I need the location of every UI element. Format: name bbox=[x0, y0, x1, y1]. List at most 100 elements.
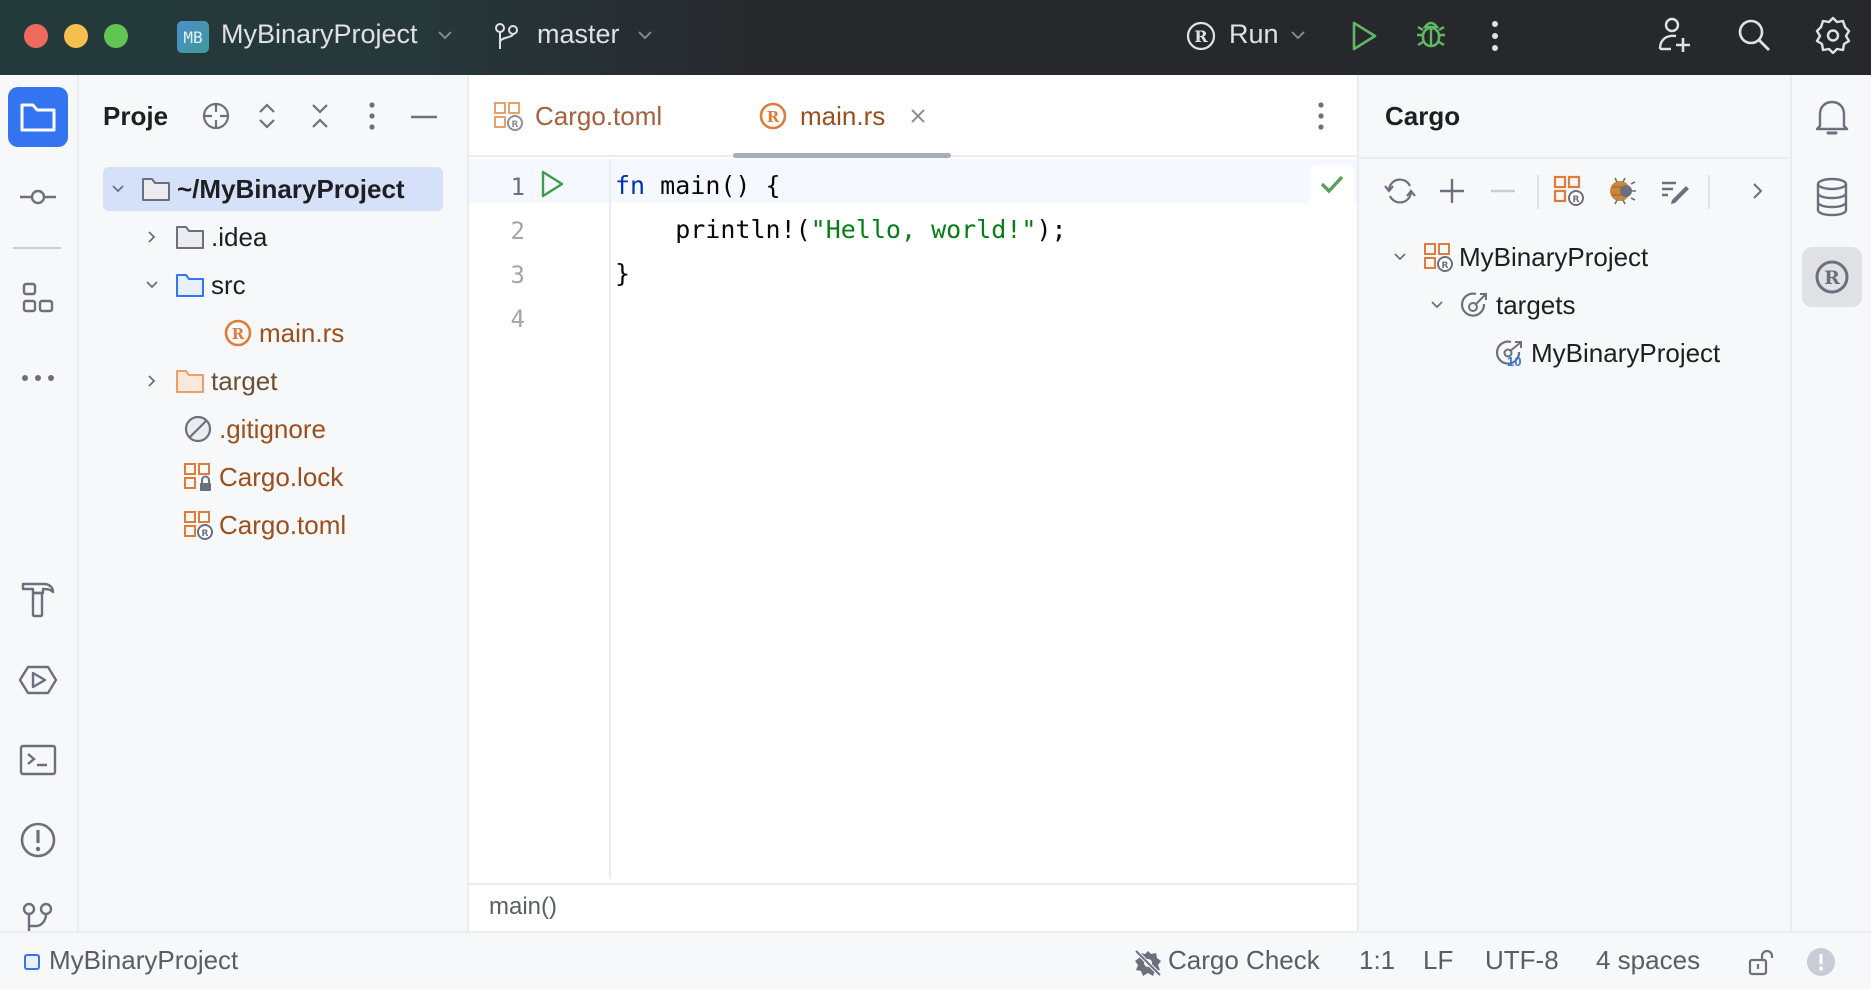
strip-divider bbox=[13, 247, 61, 249]
commit-tool-button[interactable] bbox=[8, 167, 68, 227]
gutter-run-icon[interactable] bbox=[539, 169, 565, 199]
line-number: 3 bbox=[510, 261, 525, 289]
targets-icon bbox=[1458, 290, 1492, 320]
chevron-right-icon[interactable] bbox=[1737, 171, 1777, 211]
branch-dropdown-chevron-icon[interactable] bbox=[636, 26, 654, 44]
rust-file-icon: R bbox=[221, 318, 255, 348]
svg-text:R: R bbox=[1824, 267, 1840, 289]
tree-item-src[interactable]: src bbox=[137, 263, 246, 307]
services-tool-button[interactable] bbox=[8, 650, 68, 710]
debug-icon[interactable] bbox=[1414, 18, 1448, 52]
chevron-down-icon[interactable] bbox=[103, 181, 133, 197]
close-tab-icon[interactable] bbox=[909, 107, 927, 125]
source-folder-icon bbox=[173, 270, 207, 300]
binary-badge: 10 bbox=[1507, 354, 1522, 369]
tree-item-label: Cargo.lock bbox=[219, 461, 344, 492]
more-tools-button[interactable] bbox=[8, 348, 68, 408]
code-keyword: fn bbox=[615, 171, 646, 200]
run-config-chevron-icon[interactable] bbox=[1289, 26, 1307, 44]
locate-icon[interactable] bbox=[201, 101, 231, 131]
database-button[interactable] bbox=[1802, 167, 1862, 227]
branch-name[interactable]: master bbox=[537, 19, 620, 50]
problems-tool-button[interactable] bbox=[8, 810, 68, 870]
line-number-gutter: 1 2 3 4 bbox=[469, 159, 611, 879]
file-encoding[interactable]: UTF-8 bbox=[1485, 945, 1559, 976]
chevron-right-icon[interactable] bbox=[137, 229, 167, 245]
tab-cargo-toml[interactable]: R Cargo.toml bbox=[493, 75, 662, 157]
tree-item-target[interactable]: target bbox=[137, 359, 278, 403]
svg-text:R: R bbox=[232, 325, 245, 343]
cargo-check-label[interactable]: Cargo Check bbox=[1168, 945, 1320, 976]
caret-position[interactable]: 1:1 bbox=[1359, 945, 1395, 976]
svg-text:R: R bbox=[512, 120, 519, 130]
branch-icon bbox=[494, 22, 520, 52]
tab-options-icon[interactable] bbox=[1317, 101, 1325, 131]
close-window-button[interactable] bbox=[24, 24, 48, 48]
more-icon[interactable] bbox=[1490, 20, 1500, 52]
svg-text:R: R bbox=[1573, 195, 1580, 205]
run-icon[interactable] bbox=[1349, 20, 1379, 52]
cargo-check-disabled-icon[interactable] bbox=[1133, 948, 1163, 978]
remove-icon[interactable] bbox=[1483, 171, 1523, 211]
project-badge[interactable]: MB bbox=[177, 21, 209, 53]
terminal-tool-button[interactable] bbox=[8, 730, 68, 790]
title-bar: MB MyBinaryProject master R Run bbox=[0, 0, 1871, 75]
cargo-tree-package[interactable]: R MyBinaryProject bbox=[1385, 235, 1648, 279]
code-line-2[interactable]: println!("Hello, world!"); bbox=[615, 215, 1067, 244]
breadcrumb-bar: main() bbox=[469, 883, 1357, 931]
cargo-tool-button[interactable]: R bbox=[1802, 247, 1862, 307]
build-tool-button[interactable] bbox=[8, 570, 68, 630]
code-line-3[interactable]: } bbox=[615, 259, 630, 288]
chevron-down-icon[interactable] bbox=[1422, 297, 1452, 313]
structure-tool-button[interactable] bbox=[8, 268, 68, 328]
search-icon[interactable] bbox=[1736, 17, 1772, 53]
tree-item-cargo-lock[interactable]: Cargo.lock bbox=[181, 455, 343, 499]
reload-icon[interactable] bbox=[1380, 171, 1420, 211]
tree-item-idea[interactable]: .idea bbox=[137, 215, 267, 259]
toolbar-separator bbox=[1537, 175, 1539, 209]
line-ending[interactable]: LF bbox=[1423, 945, 1453, 976]
code-text: ); bbox=[1036, 215, 1067, 244]
project-badge-text: MB bbox=[183, 27, 203, 47]
toolbar-separator bbox=[1708, 175, 1710, 209]
folder-icon bbox=[139, 174, 173, 204]
chevron-down-icon[interactable] bbox=[137, 277, 167, 293]
breadcrumb-item[interactable]: main() bbox=[489, 893, 557, 921]
expand-all-icon[interactable] bbox=[255, 101, 279, 131]
indent-setting[interactable]: 4 spaces bbox=[1596, 945, 1700, 976]
maximize-window-button[interactable] bbox=[104, 24, 128, 48]
minimize-window-button[interactable] bbox=[64, 24, 88, 48]
tree-item-main-rs[interactable]: R main.rs bbox=[221, 311, 344, 355]
svg-text:R: R bbox=[767, 108, 780, 126]
inspection-widget-icon[interactable] bbox=[1807, 948, 1835, 976]
options-icon[interactable] bbox=[368, 101, 376, 131]
cargo-tree-binary-target[interactable]: 10 MyBinaryProject bbox=[1493, 331, 1720, 375]
status-project-name[interactable]: MyBinaryProject bbox=[49, 945, 238, 976]
tab-main-rs[interactable]: R main.rs bbox=[758, 75, 927, 157]
no-problems-check-icon[interactable] bbox=[1310, 165, 1354, 203]
tree-item-project-root[interactable]: ~/MyBinaryProject bbox=[103, 167, 443, 211]
build-hammer-icon bbox=[21, 582, 55, 618]
add-user-icon[interactable] bbox=[1657, 16, 1695, 54]
hide-panel-icon[interactable] bbox=[410, 115, 438, 119]
notifications-button[interactable] bbox=[1802, 87, 1862, 147]
readonly-lock-icon[interactable] bbox=[1746, 947, 1776, 977]
tab-label: main.rs bbox=[800, 100, 886, 131]
tree-item-gitignore[interactable]: .gitignore bbox=[181, 407, 326, 451]
cargo-tree-targets[interactable]: targets bbox=[1422, 283, 1576, 327]
tree-item-cargo-toml[interactable]: R Cargo.toml bbox=[181, 503, 346, 547]
collapse-all-icon[interactable] bbox=[308, 101, 332, 131]
add-icon[interactable] bbox=[1432, 171, 1472, 211]
cargo-toml-icon: R bbox=[181, 510, 215, 540]
cargo-project-icon[interactable]: R bbox=[1549, 171, 1589, 211]
run-config-label[interactable]: Run bbox=[1229, 19, 1279, 50]
edit-settings-icon[interactable] bbox=[1655, 171, 1695, 211]
code-line-1[interactable]: fn main() { bbox=[615, 171, 781, 200]
project-tool-button[interactable] bbox=[8, 87, 68, 147]
project-dropdown-chevron-icon[interactable] bbox=[436, 26, 454, 44]
settings-icon[interactable] bbox=[1815, 16, 1851, 54]
chevron-right-icon[interactable] bbox=[137, 373, 167, 389]
debug-target-icon[interactable] bbox=[1602, 171, 1642, 211]
chevron-down-icon[interactable] bbox=[1385, 249, 1415, 265]
project-name[interactable]: MyBinaryProject bbox=[221, 19, 418, 50]
